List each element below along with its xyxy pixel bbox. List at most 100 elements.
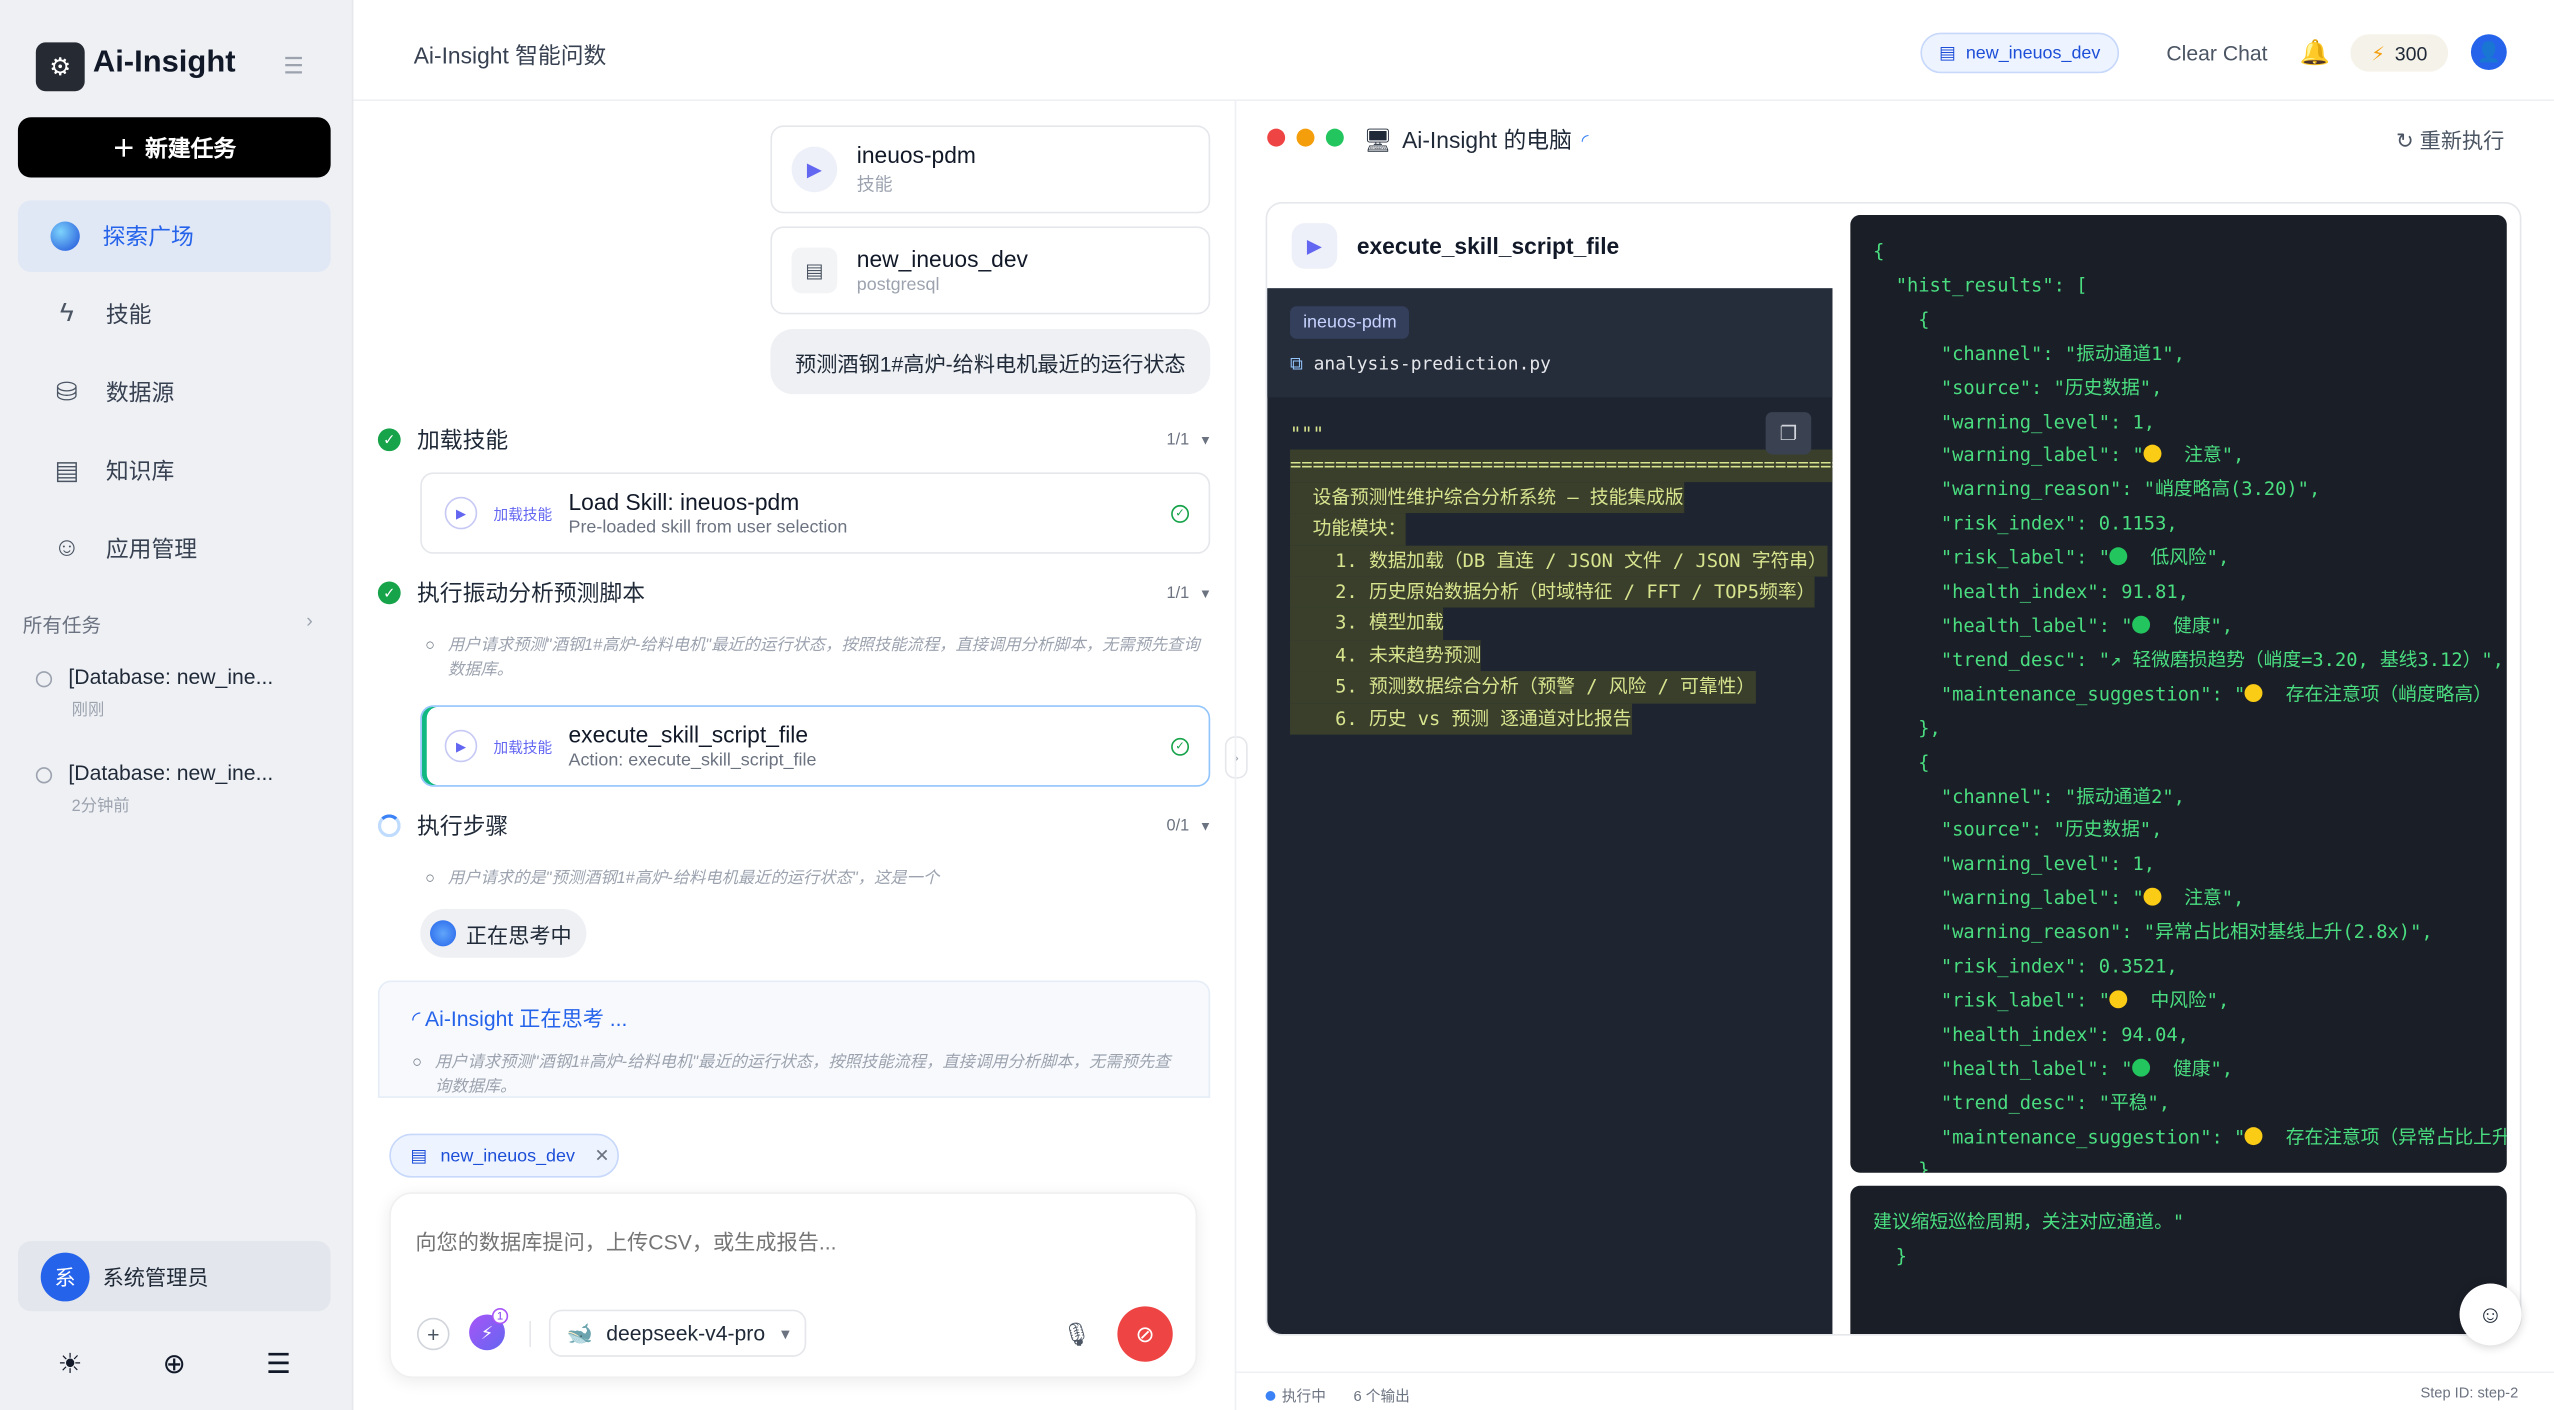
plus-icon[interactable]: + (416, 1317, 450, 1351)
collapse-sidebar-icon[interactable]: ☰ (283, 52, 309, 78)
user-message: 预测酒钢1#高炉-给料电机最近的运行状态 (770, 329, 1211, 395)
close-icon[interactable]: ✕ (594, 1145, 609, 1167)
code-line: 5. 预测数据综合分析（预警 / 风险 / 可靠性） (1290, 671, 1756, 704)
new-task-label: 新建任务 (144, 134, 237, 161)
status-dot-yellow (2143, 445, 2162, 464)
play-icon: ▶ (1291, 223, 1338, 269)
task-time: 2分钟前 (71, 798, 130, 817)
chat-panel: ▶ ineuos-pdm 技能 ▤ new_ineuos_dev postgresq… (353, 101, 1234, 1410)
task-title: [Database: new_ine... (68, 664, 274, 689)
chat-input[interactable] (415, 1229, 1165, 1255)
thinking-panel-text: 用户请求预测"酒钢1#高炉-给料电机"最近的运行状态，按照技能流程，直接调用分析… (412, 1051, 1178, 1097)
copy-icon[interactable]: ❐ (1765, 412, 1812, 455)
nav-label: 应用管理 (105, 535, 198, 562)
footer-status-bar: 执行中 6 个输出 Step ID: step-2 (1236, 1371, 2554, 1410)
step-count: 1/1 (1166, 430, 1190, 449)
globe-language-icon[interactable]: ⊕ (158, 1349, 191, 1382)
code-panel: ineuos-pdm ⧉ analysis-prediction.py """ =… (1267, 288, 1833, 1335)
thought-text: 用户请求预测"酒钢1#高炉-给料电机"最近的运行状态，按照技能流程，直接调用分析… (425, 634, 1210, 683)
attachment-sub: 技能 (856, 175, 893, 196)
sun-icon[interactable]: ☀ (54, 1349, 87, 1382)
nav-apps[interactable]: ☺ 应用管理 (18, 513, 331, 585)
logo-icon: ⚙ (35, 42, 85, 92)
task-item[interactable]: [Database: new_ine... 刚刚 (35, 664, 274, 720)
attachment-skill[interactable]: ▶ ineuos-pdm 技能 (770, 125, 1211, 214)
skill-sub: Action: execute_skill_script_file (568, 750, 817, 771)
database-chip-label: new_ineuos_dev (1965, 43, 2101, 63)
skill-card-execute[interactable]: ▶ 加载技能 execute_skill_script_file Action: … (420, 705, 1211, 787)
play-icon: ▶ (444, 496, 478, 530)
database-chip[interactable]: ▤ new_ineuos_dev (1920, 32, 2120, 74)
skill-tag: 加载技能 (493, 505, 553, 523)
skill-title: execute_skill_script_file (568, 721, 809, 748)
chevron-right-icon[interactable]: › (306, 609, 313, 632)
clear-chat-button[interactable]: Clear Chat (2166, 41, 2267, 65)
user-avatar-icon[interactable]: 👤 (2470, 34, 2507, 71)
check-circle-icon: ✓ (1171, 504, 1190, 523)
new-task-button[interactable]: ＋ 新建任务 (17, 117, 331, 178)
task-status-icon (35, 766, 53, 783)
chevron-down-icon: ▼ (778, 1325, 793, 1342)
thinking-label: 正在思考中 (465, 922, 572, 948)
skill-tag: 加载技能 (493, 738, 553, 755)
skill-count-badge: 1 (491, 1307, 509, 1325)
smiley-assistant-icon[interactable]: ☺ (2459, 1283, 2522, 1346)
output-json: { "hist_results": [ { "channel": "振动通道1"… (1873, 239, 2507, 1173)
nav-knowledge[interactable]: ▤ 知识库 (18, 435, 331, 507)
step-id: Step ID: step-2 (2420, 1384, 2519, 1401)
menu-indent-icon[interactable]: ☰ (262, 1349, 295, 1382)
lightning-icon: ⚡ (2371, 41, 2385, 65)
output-panel-tail: 建议缩短巡检周期，关注对应通道。" } (1850, 1185, 2507, 1335)
bolt-icon: ϟ (59, 299, 74, 328)
stop-button[interactable]: ⊘ (1117, 1306, 1173, 1362)
step-title: 执行步骤 (416, 812, 509, 839)
output-panel: { "hist_results": [ { "channel": "振动通道1"… (1850, 215, 2507, 1173)
book-icon: ▤ (54, 457, 80, 486)
context-chip[interactable]: ▤ new_ineuos_dev ✕ (389, 1133, 619, 1178)
step-load-skill[interactable]: ✓ 加载技能 1/1 ▼ (377, 423, 1212, 456)
nav-label: 技能 (105, 301, 152, 328)
code-line: 6. 历史 vs 预测 逐通道对比报告 (1290, 703, 1632, 735)
rerun-button[interactable]: ↻ 重新执行 (2396, 124, 2504, 155)
skill-sub: Pre-loaded skill from user selection (568, 517, 848, 538)
credits-badge[interactable]: ⚡ 300 (2350, 34, 2449, 72)
step-execute[interactable]: 执行步骤 0/1 ▼ (377, 810, 1212, 843)
thinking-panel-title: ◜ Ai-Insight 正在思考 ... (412, 1002, 627, 1033)
step-run-script[interactable]: ✓ 执行振动分析预测脚本 1/1 ▼ (377, 577, 1212, 610)
plus-icon: ＋ (112, 134, 136, 161)
spinner-icon (377, 814, 401, 838)
thinking-panel: ◜ Ai-Insight 正在思考 ... 用户请求预测"酒钢1#高炉-给料电机… (377, 980, 1211, 1098)
code-header: ineuos-pdm ⧉ analysis-prediction.py (1267, 288, 1833, 398)
brand-name: Ai-Insight (92, 45, 236, 80)
header: Ai-Insight 智能问数 ▤ new_ineuos_dev Clear Ch… (353, 0, 2554, 101)
file-name-text: analysis-prediction.py (1313, 353, 1551, 375)
microphone-icon[interactable]: 🎙 (1062, 1321, 1091, 1349)
database-icon: ▤ (410, 1146, 428, 1167)
thinking-panel-title-text: Ai-Insight 正在思考 ... (425, 1006, 628, 1032)
model-select[interactable]: 🐋 deepseek-v4-pro ▼ (548, 1309, 807, 1357)
task-item[interactable]: [Database: new_ine... 2分钟前 (35, 761, 273, 817)
attachment-title: ineuos-pdm (856, 141, 976, 168)
nav-datasources[interactable]: ⛁ 数据源 (18, 357, 331, 429)
nav-skills[interactable]: ϟ 技能 (18, 279, 331, 351)
skill-card-load[interactable]: ▶ 加载技能 Load Skill: ineuos-pdm Pre-loaded … (420, 472, 1211, 554)
attachment-database[interactable]: ▤ new_ineuos_dev postgresql (770, 226, 1211, 315)
avatar: 系 (40, 1251, 90, 1301)
page-title: Ai-Insight 智能问数 (413, 42, 607, 69)
bell-icon[interactable]: 🔔 (2300, 37, 2330, 67)
window-minimize-dot (1296, 128, 1315, 147)
spinner-icon: ◜ (412, 1006, 426, 1032)
nav-explore[interactable]: 探索广场 (17, 200, 331, 273)
step-title: 执行振动分析预测脚本 (416, 579, 646, 606)
database-icon: ▤ (1939, 43, 1957, 64)
refresh-icon: ↻ (2396, 128, 2420, 154)
status-dot-yellow (2143, 888, 2162, 906)
file-icon: ⧉ (1290, 353, 1314, 375)
model-label: deepseek-v4-pro (606, 1320, 766, 1346)
file-name: ⧉ analysis-prediction.py (1290, 353, 1551, 376)
skill-title: Load Skill: ineuos-pdm (568, 488, 800, 515)
user-card[interactable]: 系 系统管理员 (17, 1241, 331, 1312)
check-icon: ✓ (377, 428, 401, 452)
context-chip-label: new_ineuos_dev (440, 1145, 575, 1166)
output-count: 6 个输出 (1353, 1387, 1410, 1405)
